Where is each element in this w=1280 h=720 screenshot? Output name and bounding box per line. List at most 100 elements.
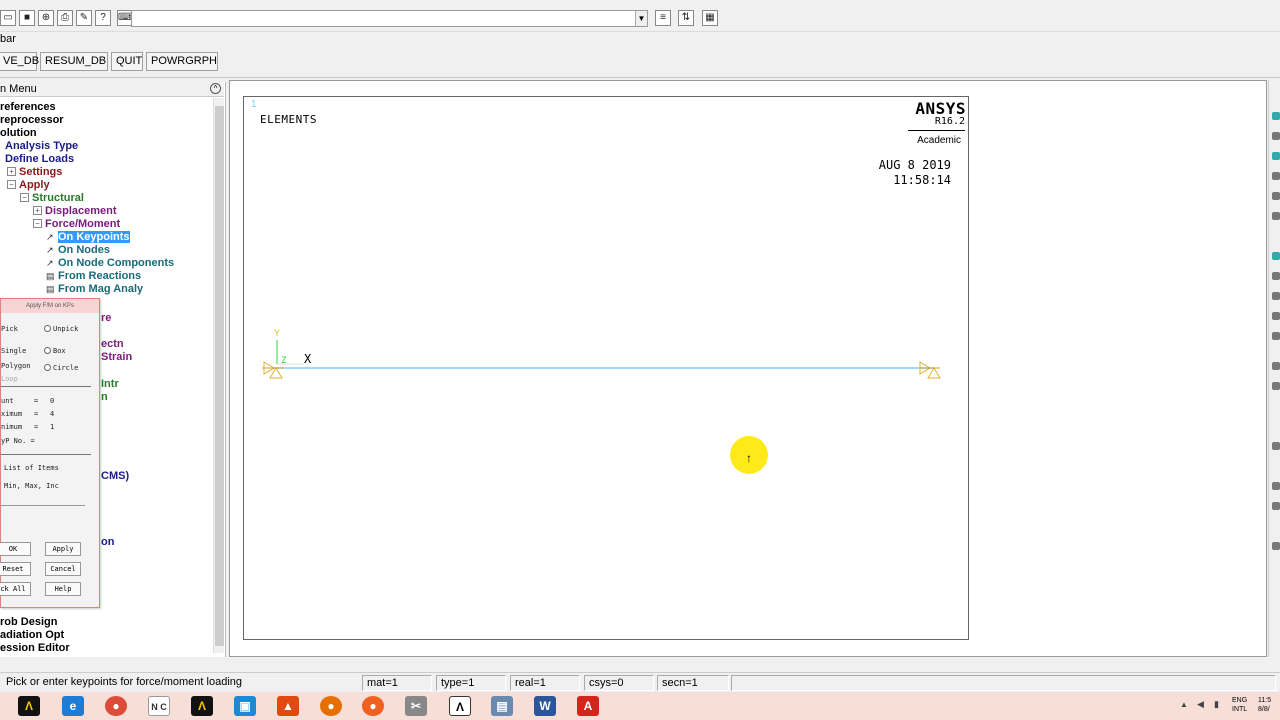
view-icon[interactable] <box>1272 252 1280 260</box>
command-history-icon[interactable]: ≡ <box>655 10 671 26</box>
tree-item-analysis-type[interactable]: Analysis Type <box>5 140 78 153</box>
tree-item-option[interactable]: on <box>101 536 114 549</box>
circle-radio[interactable]: Circle <box>44 364 78 372</box>
tree-item-cms[interactable]: CMS) <box>101 470 129 483</box>
pick-radio[interactable]: Pick <box>1 325 18 333</box>
resume-db-button[interactable]: RESUM_DB <box>40 52 108 71</box>
collapse-tree-icon[interactable]: − <box>33 219 42 228</box>
scrollbar-thumb[interactable] <box>215 106 224 646</box>
tree-item-force-moment[interactable]: Force/Moment <box>45 218 120 230</box>
list-of-items-radio[interactable]: List of Items <box>4 464 59 472</box>
clock[interactable]: 11:5 8/8/ <box>1258 696 1280 714</box>
graphics-window[interactable]: 1 ELEMENTS ANSYS R16.2 Academic AUG 8 20… <box>243 96 969 640</box>
view-icon[interactable] <box>1272 192 1280 200</box>
tree-item-preferences[interactable]: references <box>0 101 56 114</box>
matlab-icon[interactable]: ▲ <box>277 696 299 716</box>
main-menu-scrollbar[interactable] <box>213 98 224 653</box>
polygon-radio[interactable]: Polygon <box>1 362 31 370</box>
ansys-workbench-icon[interactable]: Λ <box>191 696 213 716</box>
expand-icon[interactable]: + <box>7 167 16 176</box>
firefox-icon[interactable]: ● <box>320 696 342 716</box>
help-button[interactable]: Help <box>45 582 81 596</box>
open-icon[interactable]: ▭ <box>0 10 16 26</box>
view-icon[interactable] <box>1272 542 1280 550</box>
collapse-tree-icon[interactable]: − <box>7 180 16 189</box>
view-icon[interactable] <box>1272 172 1280 180</box>
file-explorer-icon[interactable]: ▣ <box>234 696 256 716</box>
ok-button[interactable]: OK <box>0 542 31 556</box>
tree-item-on-nodes[interactable]: On Nodes <box>58 244 110 256</box>
speaker-icon[interactable]: ◀ <box>1197 699 1204 710</box>
command-sort-icon[interactable]: ⇅ <box>678 10 694 26</box>
view-icon[interactable] <box>1272 442 1280 450</box>
tree-item-prob-design[interactable]: rob Design <box>0 616 57 629</box>
save-db-button[interactable]: VE_DB <box>0 52 39 71</box>
view-icon[interactable] <box>1272 312 1280 320</box>
help-icon[interactable]: ? <box>95 10 111 26</box>
tree-item-session-editor[interactable]: ession Editor <box>0 642 70 655</box>
tree-item-displacement[interactable]: Displacement <box>45 205 117 217</box>
view-icon[interactable] <box>1272 132 1280 140</box>
acrobat-icon[interactable]: A <box>577 696 599 716</box>
tree-item-settings[interactable]: Settings <box>19 166 62 178</box>
reset-button[interactable]: Reset <box>0 562 31 576</box>
tree-item-temperature[interactable]: ectn <box>101 338 124 351</box>
view-icon[interactable] <box>1272 502 1280 510</box>
tree-item-from-reactions[interactable]: From Reactions <box>58 270 141 282</box>
cancel-button[interactable]: Cancel <box>45 562 81 576</box>
collapse-tree-icon[interactable]: − <box>20 193 29 202</box>
tray-chevron-icon[interactable]: ▲ <box>1180 700 1188 709</box>
pan-zoom-icon[interactable]: ⊕ <box>38 10 54 26</box>
language-indicator[interactable]: ENG INTL <box>1232 696 1252 714</box>
pick-all-button[interactable]: ck All <box>0 582 31 596</box>
internet-explorer-icon[interactable]: e <box>62 696 84 716</box>
tree-item-on-node-components[interactable]: On Node Components <box>58 257 174 269</box>
network-icon[interactable]: ▮ <box>1214 699 1219 710</box>
tree-item-radiation-opt[interactable]: adiation Opt <box>0 629 64 642</box>
tree-item-field[interactable]: n <box>101 391 108 404</box>
view-icon[interactable] <box>1272 362 1280 370</box>
view-icon[interactable] <box>1272 332 1280 340</box>
ansys-launcher-icon[interactable]: Λ <box>18 696 40 716</box>
word-icon[interactable]: W <box>534 696 556 716</box>
quit-button[interactable]: QUIT <box>111 52 143 71</box>
tree-item-initial-strain[interactable]: Strain <box>101 351 132 364</box>
view-icon[interactable] <box>1272 382 1280 390</box>
command-input[interactable]: ▼ <box>131 10 648 27</box>
view-icon[interactable] <box>1272 212 1280 220</box>
input-field[interactable] <box>1 505 85 506</box>
view-icon[interactable] <box>1272 112 1280 120</box>
apply-button[interactable]: Apply <box>45 542 81 556</box>
report-icon[interactable]: ✎ <box>76 10 92 26</box>
expand-icon[interactable]: + <box>33 206 42 215</box>
chrome-icon[interactable]: ● <box>105 696 127 716</box>
tree-item-structural[interactable]: Structural <box>32 192 84 204</box>
tree-item-on-keypoints[interactable]: On Keypoints <box>58 231 130 243</box>
print-icon[interactable]: ⎙ <box>57 10 73 26</box>
tree-item-from-mag-analy[interactable]: From Mag Analy <box>58 283 143 295</box>
firefox-dev-icon[interactable]: ● <box>362 696 384 716</box>
ansys-mapdl-icon[interactable]: Λ <box>449 696 471 716</box>
collapse-icon[interactable]: ^ <box>210 83 221 94</box>
tree-item-pressure[interactable]: re <box>101 312 111 325</box>
chevron-down-icon[interactable]: ▼ <box>635 11 647 26</box>
view-icon[interactable] <box>1272 292 1280 300</box>
min-max-inc-radio[interactable]: Min, Max, Inc <box>4 482 59 490</box>
save-icon[interactable]: ■ <box>19 10 35 26</box>
powergraph-button[interactable]: POWRGRPH <box>146 52 218 71</box>
tree-item-preprocessor[interactable]: reprocessor <box>0 114 64 127</box>
view-icon[interactable] <box>1272 482 1280 490</box>
periodic-table-icon[interactable]: N C <box>148 696 170 716</box>
terminal-icon[interactable]: ▤ <box>491 696 513 716</box>
single-radio[interactable]: Single <box>1 347 26 355</box>
view-icon[interactable] <box>1272 272 1280 280</box>
grid-icon[interactable]: ▦ <box>702 10 718 26</box>
tree-item-solution[interactable]: olution <box>0 127 37 140</box>
snipping-tool-icon[interactable]: ✂ <box>405 696 427 716</box>
tree-item-apply[interactable]: Apply <box>19 179 50 191</box>
tree-item-other-intr[interactable]: Intr <box>101 378 119 391</box>
box-radio[interactable]: Box <box>44 347 66 355</box>
tree-item-define-loads[interactable]: Define Loads <box>5 153 74 166</box>
view-icon[interactable] <box>1272 152 1280 160</box>
unpick-radio[interactable]: Unpick <box>44 325 78 333</box>
